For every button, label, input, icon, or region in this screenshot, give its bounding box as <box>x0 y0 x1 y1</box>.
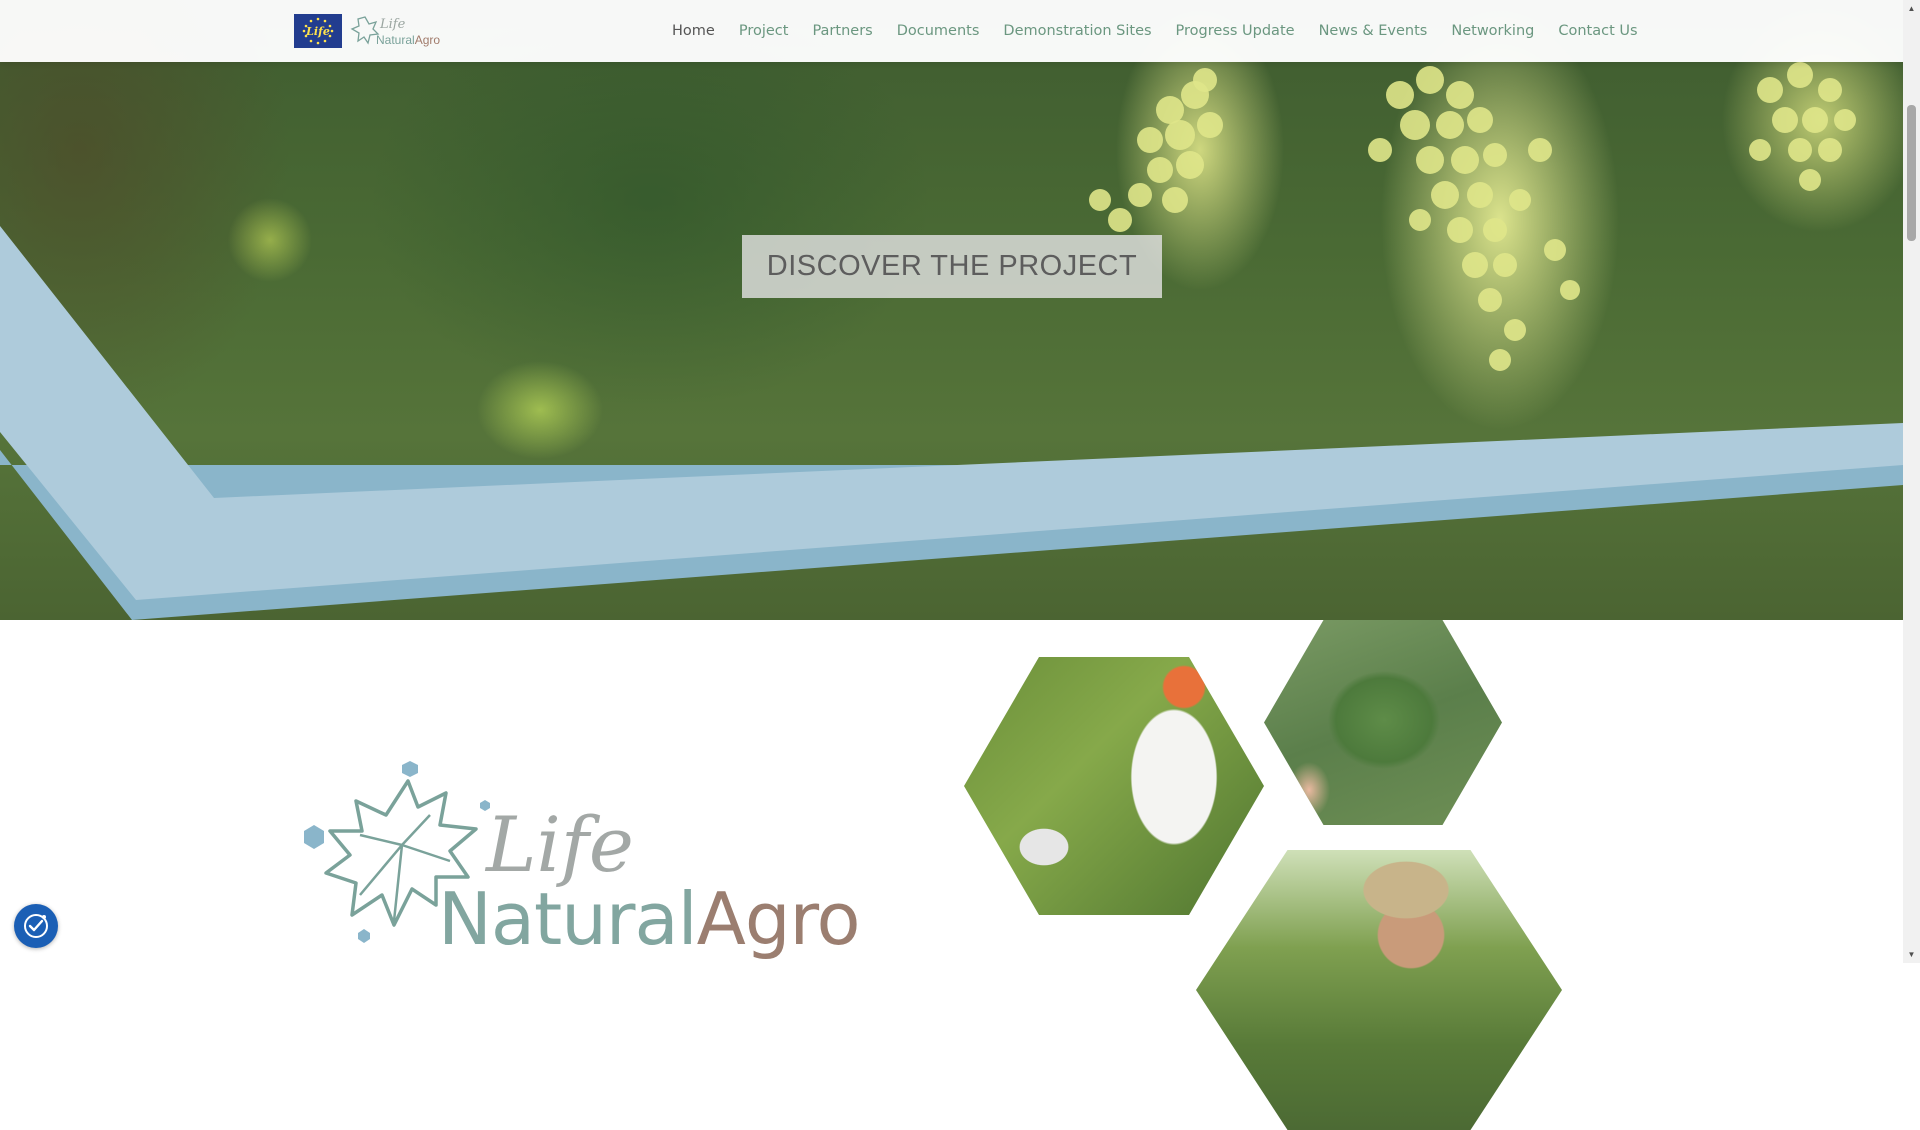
hex-photo-vine-leaf <box>1264 620 1502 825</box>
site-header: Life Life NaturalAgro Home Project Partn… <box>0 0 1903 62</box>
main-navigation: Home Project Partners Documents Demonstr… <box>660 0 1650 62</box>
nav-item-demonstration-sites[interactable]: Demonstration Sites <box>991 23 1163 39</box>
nav-item-project[interactable]: Project <box>727 23 801 39</box>
logo-naturalagro-text: NaturalAgro <box>438 883 861 955</box>
life-naturalagro-logo: Life NaturalAgro <box>290 755 861 963</box>
header-logo-agro: Agro <box>414 33 441 47</box>
logo-agro-text: Agro <box>696 877 861 961</box>
site-logo[interactable]: Life NaturalAgro <box>350 13 445 49</box>
logo-life-text: Life <box>486 800 634 889</box>
cookie-consent-icon <box>24 914 48 938</box>
nav-item-networking[interactable]: Networking <box>1439 23 1546 39</box>
nav-item-home[interactable]: Home <box>660 23 727 39</box>
header-logo-natural-agro: NaturalAgro <box>376 33 440 47</box>
discover-project-button[interactable]: DISCOVER THE PROJECT <box>742 235 1162 298</box>
decorative-ribbon <box>0 226 1903 620</box>
nav-item-news-events[interactable]: News & Events <box>1307 23 1440 39</box>
nav-item-partners[interactable]: Partners <box>800 23 884 39</box>
hex-photo-woman-tablet-vineyard <box>964 657 1264 915</box>
scroll-down-arrow-icon[interactable]: ▼ <box>1903 946 1920 963</box>
header-logo-life: Life <box>380 17 406 32</box>
eu-life-logo[interactable]: Life <box>294 14 342 48</box>
hex-photo-farmers-vineyard <box>1196 850 1562 1130</box>
header-logo-natural: Natural <box>376 33 415 47</box>
cookie-settings-button[interactable] <box>14 904 58 948</box>
nav-item-documents[interactable]: Documents <box>885 23 992 39</box>
scroll-thumb[interactable] <box>1907 105 1916 241</box>
nav-item-progress-update[interactable]: Progress Update <box>1164 23 1307 39</box>
page-scrollbar[interactable]: ▲ ▼ <box>1903 0 1920 963</box>
nav-item-contact-us[interactable]: Contact Us <box>1546 23 1649 39</box>
hexagon-photo-gallery <box>960 615 1580 1130</box>
scroll-up-arrow-icon[interactable]: ▲ <box>1903 0 1920 17</box>
logo-natural-text: Natural <box>438 877 698 961</box>
eu-stars-icon <box>302 17 334 45</box>
